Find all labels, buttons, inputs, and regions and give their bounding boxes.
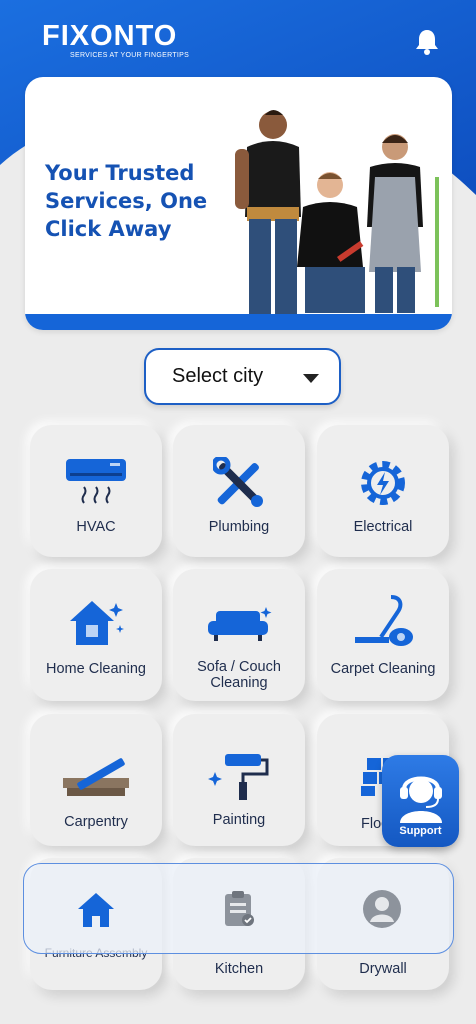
service-label: Painting	[212, 812, 266, 828]
support-label: Support	[399, 825, 442, 837]
headset-agent-icon	[394, 763, 448, 828]
sofa-icon	[173, 605, 305, 645]
nav-profile[interactable]	[352, 884, 412, 934]
chevron-down-icon	[303, 374, 319, 383]
banner-headline: Your Trusted Services, One Click Away	[45, 161, 208, 241]
service-label: Drywall	[359, 961, 407, 977]
service-label: Sofa / Couch Cleaning	[197, 659, 281, 691]
service-card-hvac[interactable]: HVAC	[30, 425, 162, 557]
city-select-label: Select city	[172, 365, 264, 387]
user-icon	[362, 889, 401, 928]
house-sparkle-icon	[30, 597, 162, 649]
app-logo: FIXONTO SERVICES AT YOUR FINGERTIPS	[42, 20, 189, 59]
service-label: Kitchen	[214, 961, 264, 977]
service-label: Carpentry	[64, 814, 128, 830]
service-label: Electrical	[353, 519, 413, 535]
nav-home[interactable]	[66, 884, 126, 934]
clipboard-icon	[224, 890, 254, 926]
electrical-gear-icon	[317, 457, 449, 509]
logo-tagline: SERVICES AT YOUR FINGERTIPS	[70, 52, 190, 59]
workers-illustration	[225, 107, 452, 322]
service-label: Home Cleaning	[46, 661, 146, 677]
service-label: HVAC	[76, 519, 116, 535]
banner-strip	[25, 314, 452, 330]
service-card-painting[interactable]: Painting	[173, 714, 305, 846]
service-card-carpentry[interactable]: Carpentry	[30, 714, 162, 846]
logo-text: FIXONTO	[42, 20, 178, 52]
saw-icon	[30, 752, 162, 798]
promo-banner[interactable]: Your Trusted Services, One Click Away	[25, 77, 452, 330]
home-icon	[77, 892, 114, 927]
bottom-navigation	[23, 863, 454, 954]
service-label: Carpet Cleaning	[330, 661, 436, 677]
air-conditioner-icon	[30, 457, 162, 505]
nav-orders[interactable]	[209, 884, 269, 934]
city-select[interactable]: Select city	[144, 348, 341, 405]
service-card-electrical[interactable]: Electrical	[317, 425, 449, 557]
service-label: Plumbing	[208, 519, 270, 535]
service-card-sofa-cleaning[interactable]: Sofa / Couch Cleaning	[173, 569, 305, 701]
vacuum-icon	[317, 593, 449, 649]
tools-icon	[173, 457, 305, 509]
service-card-carpet-cleaning[interactable]: Carpet Cleaning	[317, 569, 449, 701]
service-card-plumbing[interactable]: Plumbing	[173, 425, 305, 557]
service-card-home-cleaning[interactable]: Home Cleaning	[30, 569, 162, 701]
paint-roller-icon	[173, 750, 305, 802]
support-button[interactable]: Support	[382, 755, 459, 847]
notification-bell-icon[interactable]	[414, 28, 440, 56]
